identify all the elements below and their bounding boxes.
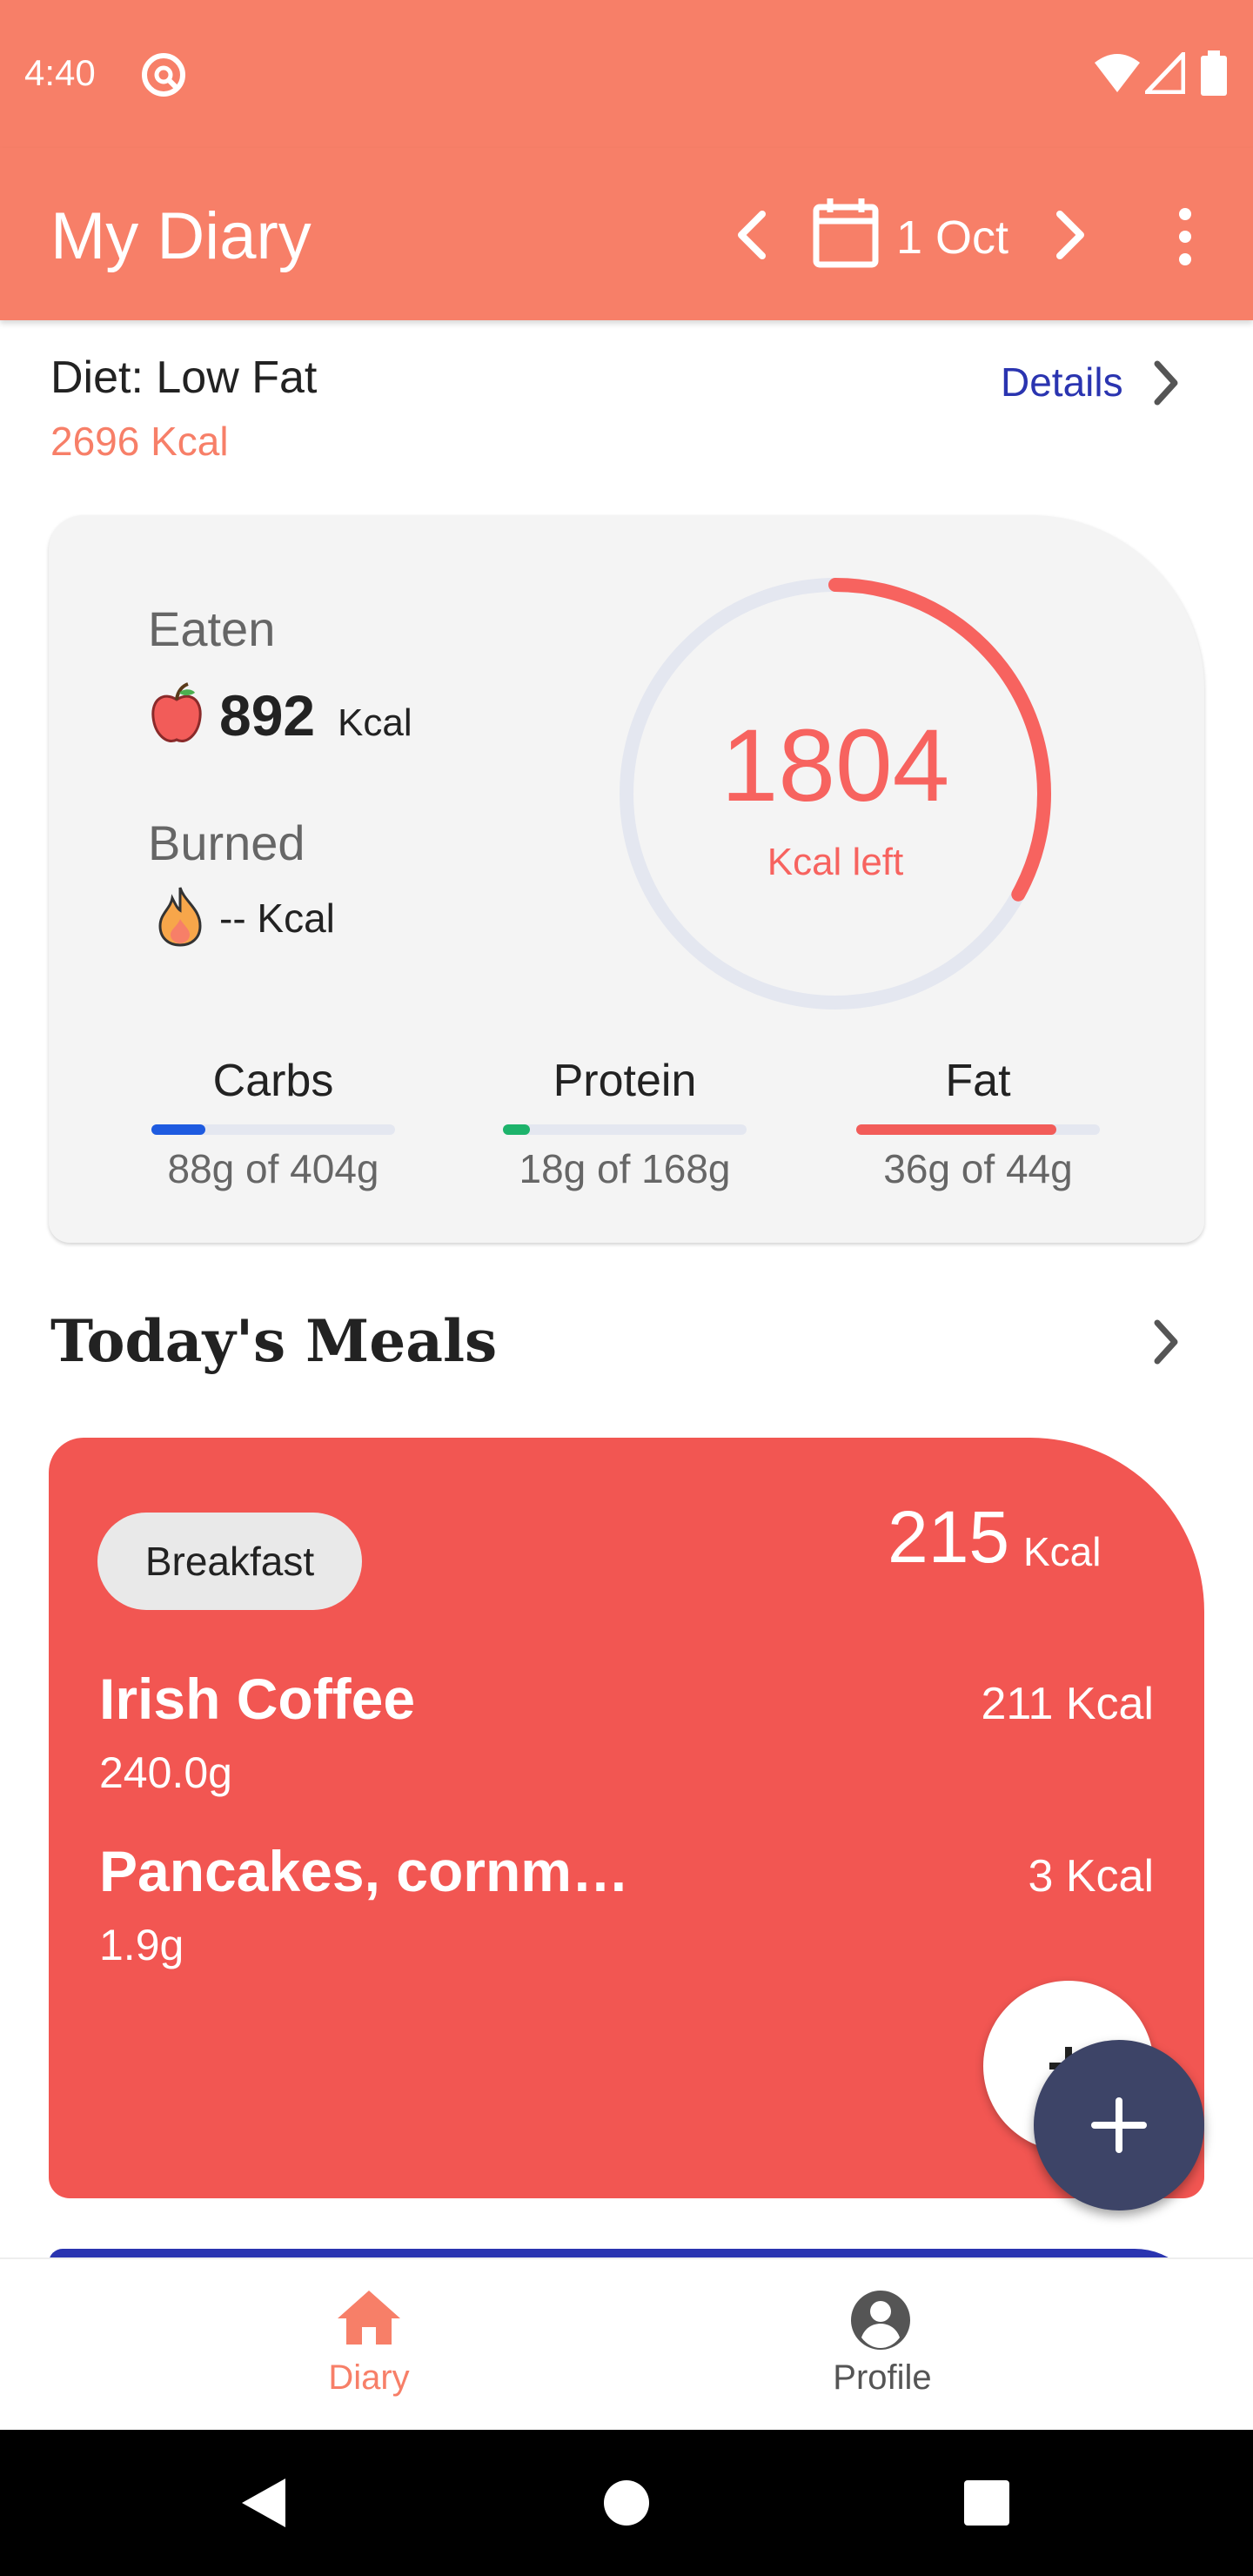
carbs-amount: 88g of 404g	[167, 1146, 379, 1191]
protein-amount: 18g of 168g	[519, 1146, 731, 1191]
bottom-navigation	[0, 2257, 1253, 2432]
apple-icon	[151, 682, 202, 742]
meal-total-unit: Kcal	[1023, 1529, 1102, 1574]
details-link[interactable]: Details	[1001, 359, 1123, 406]
notification-icon	[142, 53, 185, 97]
burned-label: Burned	[148, 815, 305, 870]
add-fab-button[interactable]	[1034, 2040, 1204, 2210]
plus-icon	[1091, 2097, 1147, 2153]
more-options-icon[interactable]	[1171, 205, 1199, 268]
eaten-label: Eaten	[148, 601, 276, 656]
protein-track	[503, 1124, 747, 1135]
home-nav-icon[interactable]	[602, 2479, 651, 2527]
protein-label: Protein	[553, 1056, 697, 1106]
previous-day-button[interactable]	[727, 207, 776, 263]
chevron-right-icon[interactable]	[1149, 359, 1183, 407]
wifi-icon	[1095, 54, 1140, 92]
back-icon[interactable]	[235, 2475, 291, 2531]
next-day-button[interactable]	[1046, 207, 1095, 263]
battery-icon	[1201, 50, 1227, 96]
meal-total-kcal: 215	[888, 1496, 1010, 1578]
meal-item-name[interactable]: Pancakes, cornm…	[99, 1838, 629, 1904]
carbs-label: Carbs	[212, 1056, 334, 1106]
fat-fill	[856, 1124, 1056, 1135]
status-bar	[0, 0, 1253, 148]
fat-label: Fat	[945, 1056, 1011, 1106]
meal-item-name[interactable]: Irish Coffee	[99, 1666, 415, 1732]
protein-fill	[503, 1124, 530, 1135]
kcal-left-label: Kcal left	[767, 841, 904, 883]
calendar-icon[interactable]	[811, 197, 881, 270]
signal-icon	[1145, 52, 1185, 94]
carbs-fill	[151, 1124, 205, 1135]
meals-chevron-right-icon[interactable]	[1149, 1318, 1183, 1366]
diet-kcal: 2696 Kcal	[50, 419, 229, 464]
meals-section-title: Today's Meals	[50, 1307, 498, 1375]
burned-value: -- Kcal	[219, 896, 335, 941]
fat-amount: 36g of 44g	[883, 1146, 1073, 1191]
meal-item-weight: 1.9g	[99, 1921, 184, 1969]
home-icon	[338, 2291, 400, 2345]
fat-track	[856, 1124, 1100, 1135]
nav-label-profile: Profile	[833, 2358, 932, 2397]
kcal-left-value: 1804	[720, 708, 950, 823]
status-time: 4:40	[24, 52, 96, 93]
meal-item-kcal: 3 Kcal	[1028, 1851, 1154, 1902]
eaten-value: 892	[219, 683, 316, 748]
nav-label-diary: Diary	[328, 2358, 410, 2397]
recents-icon[interactable]	[962, 2479, 1011, 2527]
carbs-track	[151, 1124, 395, 1135]
profile-icon	[851, 2291, 910, 2350]
meal-item-weight: 240.0g	[99, 1748, 232, 1797]
date-label[interactable]: 1 Oct	[896, 211, 1008, 265]
page-title: My Diary	[50, 199, 312, 273]
meal-item-kcal: 211 Kcal	[981, 1679, 1154, 1729]
diet-title: Diet: Low Fat	[50, 352, 318, 403]
eaten-unit: Kcal	[338, 701, 412, 744]
meal-type-chip: Breakfast	[97, 1513, 362, 1610]
flame-icon	[158, 887, 202, 947]
